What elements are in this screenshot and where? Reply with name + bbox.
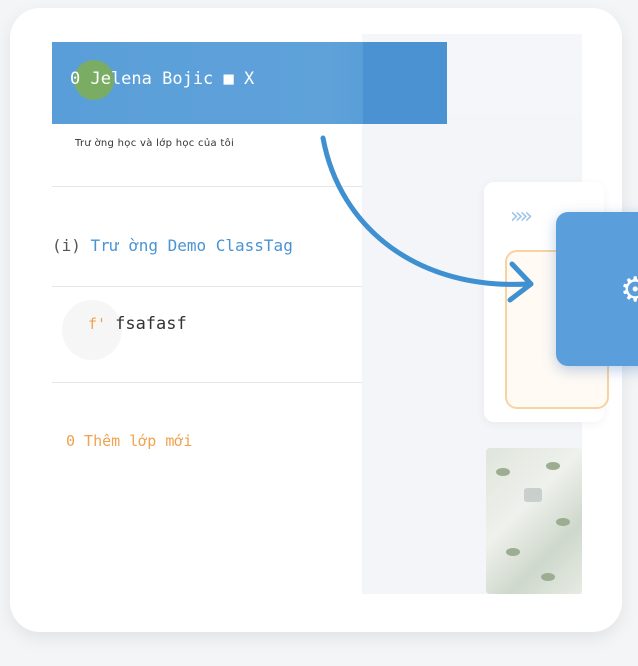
pointer-arrow-icon [320, 135, 534, 303]
